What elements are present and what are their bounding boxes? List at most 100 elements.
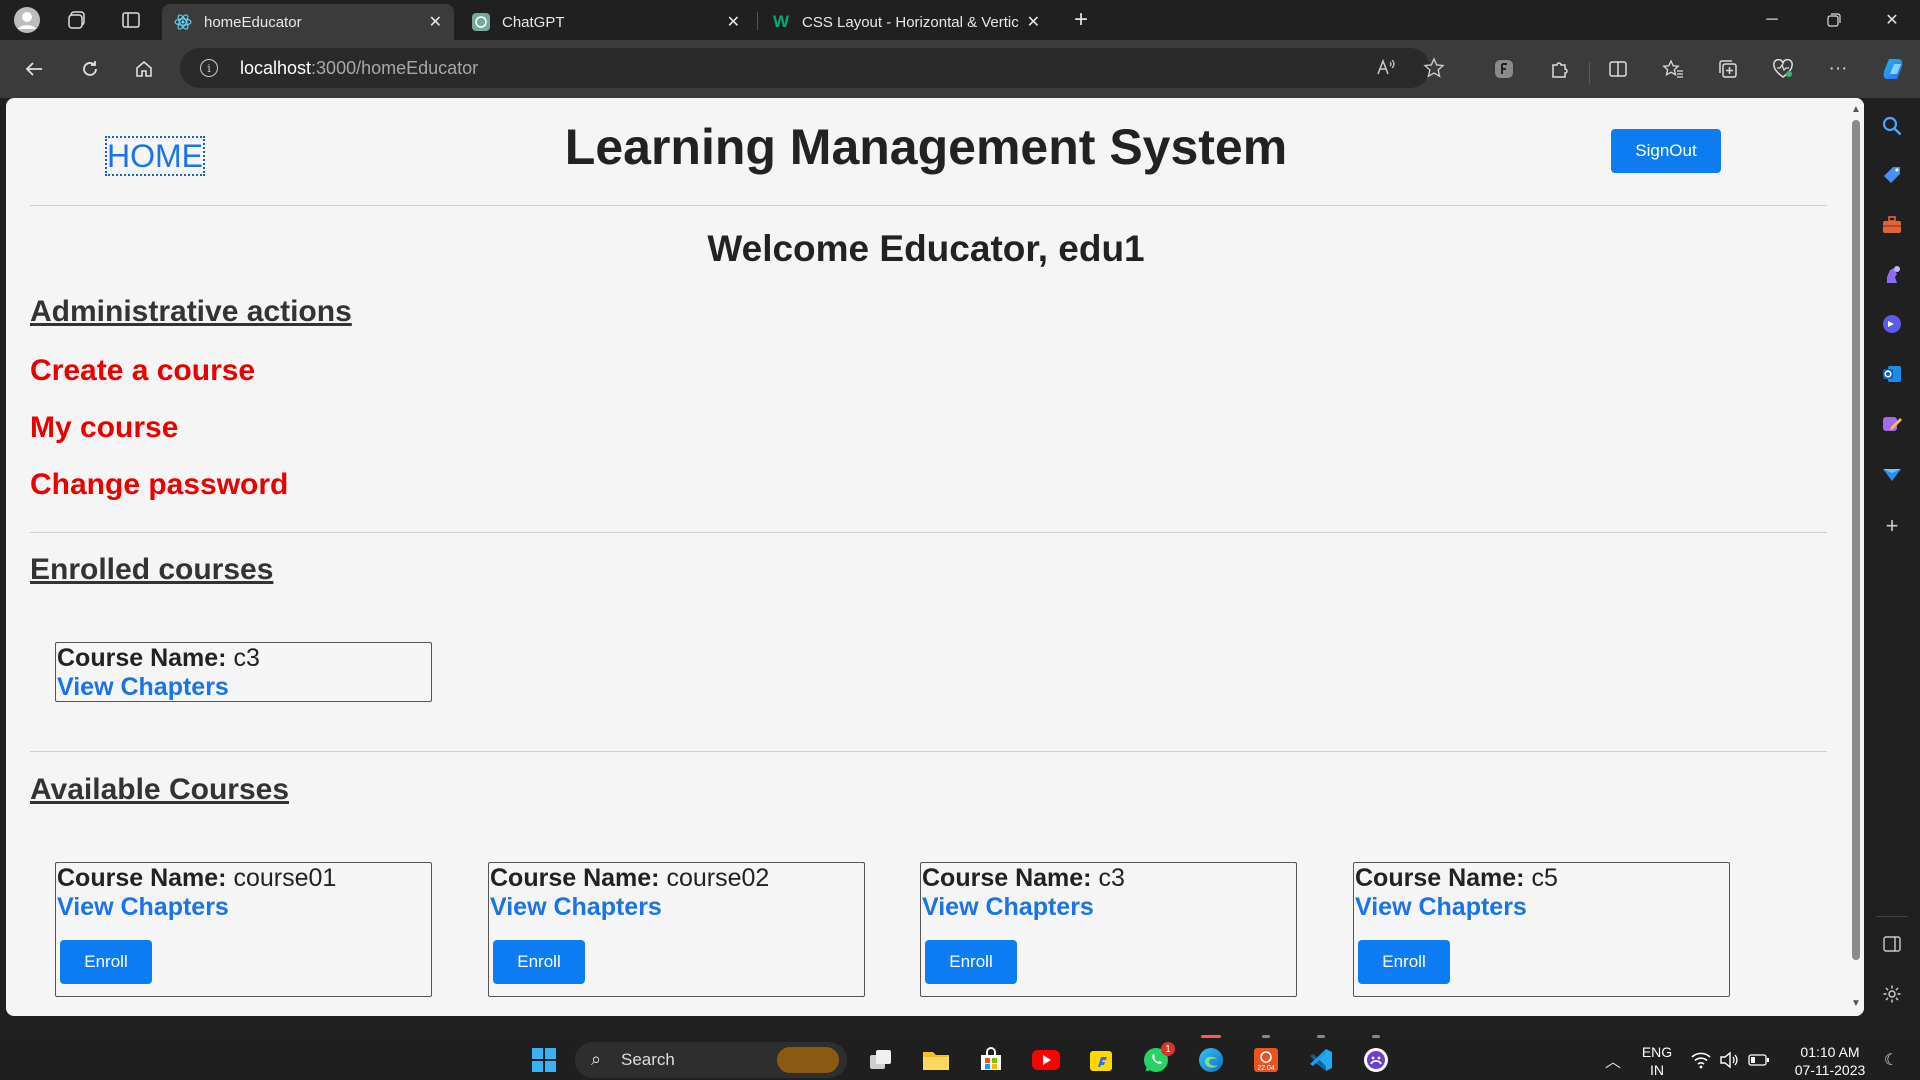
react-icon <box>174 13 192 31</box>
github-desktop-icon[interactable] <box>1361 1045 1391 1075</box>
close-tab-icon[interactable]: ✕ <box>1027 12 1040 32</box>
address-bar[interactable]: i localhost:3000/homeEducator <box>180 48 1445 88</box>
split-screen-icon[interactable] <box>1601 52 1635 86</box>
enroll-button[interactable]: Enroll <box>60 940 152 984</box>
clock[interactable]: 01:10 AM 07-11-2023 <box>1790 1043 1870 1079</box>
browser-titlebar: homeEducator ✕ ChatGPT ✕ W CSS Layout - … <box>0 0 1920 40</box>
ubuntu-icon[interactable]: 22.04 <box>1251 1045 1281 1075</box>
signout-button[interactable]: SignOut <box>1611 129 1721 173</box>
flipkart-icon[interactable] <box>1086 1045 1116 1075</box>
page-scrollbar[interactable]: ▲ ▼ <box>1848 98 1864 1016</box>
view-chapters-link[interactable]: View Chapters <box>57 673 229 702</box>
tab-css-layout[interactable]: W CSS Layout - Horizontal & Vertic ✕ <box>760 4 1052 40</box>
add-sidebar-app-icon[interactable]: + <box>1878 512 1906 540</box>
view-chapters-link[interactable]: View Chapters <box>490 893 662 922</box>
create-course-link[interactable]: Create a course <box>30 354 255 388</box>
tab-actions-icon[interactable] <box>116 6 146 34</box>
running-app-indicator <box>1372 1035 1380 1038</box>
my-course-link[interactable]: My course <box>30 411 178 445</box>
read-aloud-icon[interactable] <box>1376 57 1396 82</box>
microsoft-store-icon[interactable] <box>976 1045 1006 1075</box>
search-icon[interactable] <box>1878 112 1906 140</box>
copilot-sidebar-icon[interactable] <box>1878 310 1906 338</box>
show-hidden-icons-chevron-icon[interactable]: ︿ <box>1598 1045 1628 1075</box>
copilot-icon[interactable] <box>1875 52 1915 86</box>
search-label: Search <box>621 1050 675 1069</box>
scrollbar-thumb[interactable] <box>1852 120 1860 960</box>
volume-icon[interactable] <box>1716 1045 1742 1075</box>
section-divider <box>30 751 1827 752</box>
notification-badge: 1 <box>1161 1042 1175 1056</box>
settings-gear-icon[interactable] <box>1878 980 1906 1008</box>
site-info-icon[interactable]: i <box>200 59 218 77</box>
file-explorer-icon[interactable] <box>921 1045 951 1075</box>
windows-start-icon[interactable] <box>529 1045 559 1075</box>
taskbar-search[interactable]: ⌕ Search <box>575 1042 847 1078</box>
scroll-up-arrow-icon[interactable]: ▲ <box>1850 104 1862 116</box>
view-chapters-link[interactable]: View Chapters <box>57 893 229 922</box>
new-tab-icon[interactable]: + <box>1066 6 1096 34</box>
games-chess-icon[interactable] <box>1878 261 1906 289</box>
refresh-icon[interactable] <box>72 52 108 86</box>
close-tab-icon[interactable]: ✕ <box>429 12 442 32</box>
tab-home-educator[interactable]: homeEducator ✕ <box>162 4 454 40</box>
language-region: IN <box>1650 1062 1664 1078</box>
page-viewport: HOME Learning Management System SignOut … <box>6 98 1864 1016</box>
browser-essentials-icon[interactable] <box>1766 52 1800 86</box>
course-name: Course Name: course02 <box>490 864 770 892</box>
more-options-icon[interactable]: ··· <box>1821 52 1855 86</box>
scroll-down-arrow-icon[interactable]: ▼ <box>1850 998 1862 1010</box>
favorite-star-icon[interactable] <box>1423 57 1445 84</box>
enroll-button[interactable]: Enroll <box>1358 940 1450 984</box>
tab-chatgpt[interactable]: ChatGPT ✕ <box>460 4 752 40</box>
tools-briefcase-icon[interactable] <box>1878 211 1906 239</box>
ubuntu-version-label: 22.04 <box>1257 1065 1275 1072</box>
task-view-icon[interactable] <box>866 1045 896 1075</box>
close-tab-icon[interactable]: ✕ <box>727 12 740 32</box>
extension-f-icon[interactable] <box>1487 52 1521 86</box>
vscode-icon[interactable] <box>1306 1045 1336 1075</box>
view-chapters-link[interactable]: View Chapters <box>922 893 1094 922</box>
course-name: Course Name: course01 <box>57 864 337 892</box>
admin-actions-heading: Administrative actions <box>30 295 352 328</box>
tab-divider <box>757 12 758 30</box>
available-course-card: Course Name: c3 View Chapters Enroll <box>920 862 1297 997</box>
available-course-card: Course Name: c5 View Chapters Enroll <box>1353 862 1730 997</box>
welcome-heading: Welcome Educator, edu1 <box>707 228 1145 269</box>
course-name: Course Name: c3 <box>57 644 260 672</box>
clock-time: 01:10 AM <box>1800 1044 1860 1060</box>
drop-send-icon[interactable] <box>1878 460 1906 488</box>
available-course-card: Course Name: course02 View Chapters Enro… <box>488 862 865 997</box>
url-text[interactable]: localhost:3000/homeEducator <box>240 58 478 79</box>
available-course-card: Course Name: course01 View Chapters Enro… <box>55 862 432 997</box>
wifi-icon[interactable] <box>1688 1045 1714 1075</box>
toolbar-divider <box>1589 62 1590 84</box>
shopping-tag-icon[interactable] <box>1878 161 1906 189</box>
view-chapters-link[interactable]: View Chapters <box>1355 893 1527 922</box>
language-indicator[interactable]: ENG IN <box>1636 1043 1678 1079</box>
designer-icon[interactable] <box>1878 410 1906 438</box>
edge-browser-icon[interactable] <box>1196 1045 1226 1075</box>
whatsapp-icon[interactable]: 1 <box>1141 1042 1175 1075</box>
do-not-disturb-moon-icon[interactable]: ☾ <box>1878 1045 1904 1075</box>
enroll-button[interactable]: Enroll <box>925 940 1017 984</box>
back-icon[interactable] <box>16 52 52 86</box>
close-window-icon[interactable]: ✕ <box>1864 0 1920 40</box>
restore-icon[interactable] <box>1806 0 1862 40</box>
hide-sidebar-icon[interactable] <box>1878 930 1906 958</box>
youtube-icon[interactable] <box>1031 1045 1061 1075</box>
profile-avatar-icon[interactable] <box>12 6 42 34</box>
windows-taskbar: ⌕ Search 1 22.04 ︿ ENG IN 01:10 AM 07-11… <box>0 1040 1920 1080</box>
outlook-icon[interactable] <box>1878 360 1906 388</box>
battery-icon[interactable] <box>1746 1045 1772 1075</box>
workspaces-icon[interactable] <box>62 6 92 34</box>
collections-icon[interactable] <box>1711 52 1745 86</box>
available-courses-heading: Available Courses <box>30 773 289 806</box>
language-code: ENG <box>1641 1044 1673 1060</box>
home-icon[interactable] <box>126 52 162 86</box>
enroll-button[interactable]: Enroll <box>493 940 585 984</box>
change-password-link[interactable]: Change password <box>30 468 288 502</box>
extensions-puzzle-icon[interactable] <box>1542 52 1576 86</box>
minimize-icon[interactable]: ─ <box>1744 0 1800 40</box>
favorites-icon[interactable] <box>1656 52 1690 86</box>
